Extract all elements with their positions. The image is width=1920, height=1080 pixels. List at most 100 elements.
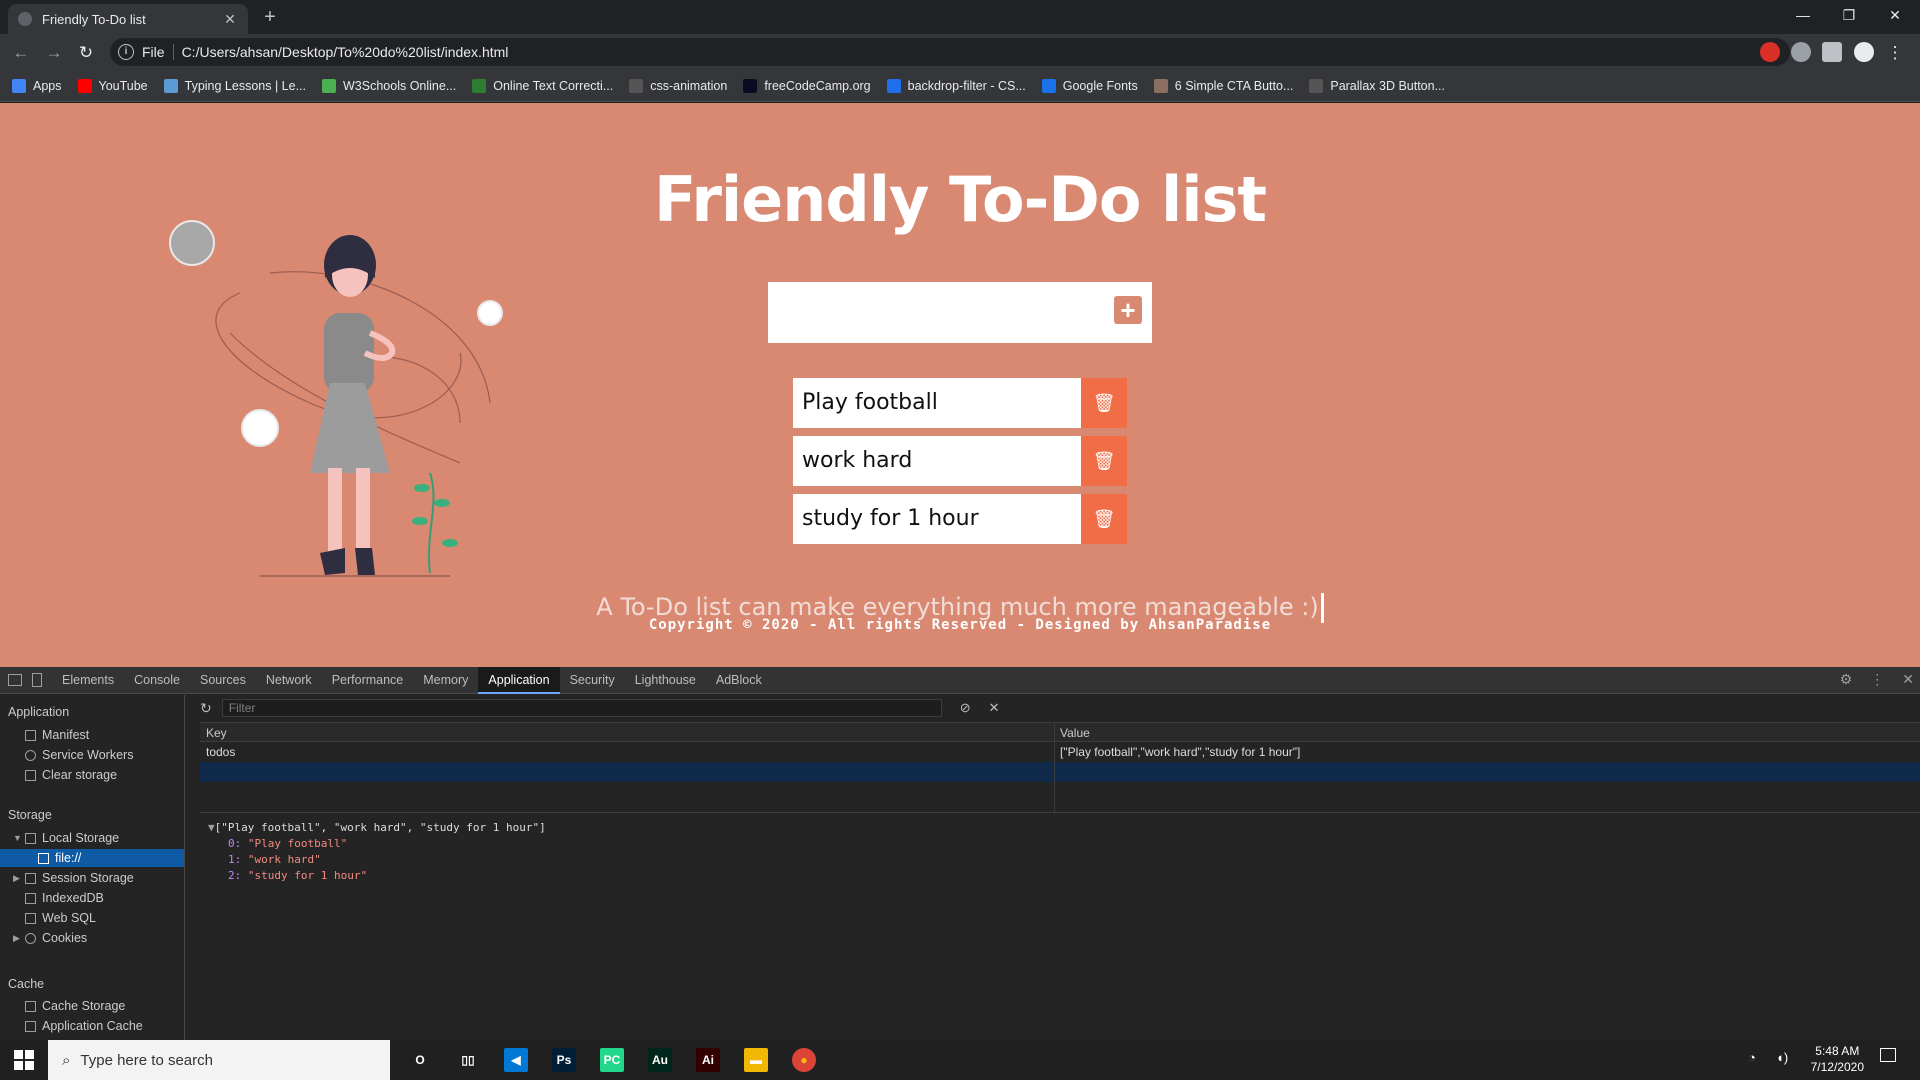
sidebar-item-local-storage[interactable]: ▼ Local Storage (13, 829, 119, 847)
collapsed-arrow-icon[interactable]: ▶ (13, 873, 20, 884)
preview-item: 2: "study for 1 hour" (228, 869, 368, 882)
devtools-tab-performance[interactable]: Performance (322, 667, 414, 694)
preview-item: 0: "Play football" (228, 837, 348, 850)
sidebar-item-web-sql[interactable]: Web SQL (25, 909, 96, 927)
devtools-tab-security[interactable]: Security (560, 667, 625, 694)
bookmark-item[interactable]: 6 Simple CTA Butto... (1153, 78, 1293, 93)
chrome-icon[interactable]: ● (792, 1048, 816, 1072)
sidebar-item-cookies[interactable]: ▶ Cookies (13, 929, 87, 947)
illustrator-icon[interactable]: Ai (696, 1048, 720, 1072)
cortana-icon[interactable]: O (408, 1048, 432, 1072)
address-bar[interactable]: i File C:/Users/ahsan/Desktop/To%20do%20… (110, 38, 1790, 66)
new-tab-button[interactable]: + (258, 5, 282, 29)
trash-icon[interactable]: 🗑 (1081, 436, 1127, 486)
bookmark-item[interactable]: W3Schools Online... (322, 78, 456, 93)
devtools-tab-adblock[interactable]: AdBlock (706, 667, 772, 694)
refresh-icon[interactable]: ↻ (200, 700, 212, 717)
info-icon[interactable]: i (118, 44, 134, 60)
windows-start-icon[interactable] (14, 1050, 34, 1070)
address-url[interactable]: C:/Users/ahsan/Desktop/To%20do%20list/in… (182, 44, 509, 60)
row-value: ["Play football","work hard","study for … (1060, 745, 1301, 759)
bookmark-item[interactable]: YouTube (77, 78, 148, 93)
typing-icon (163, 78, 178, 93)
sidebar-item-clear-storage[interactable]: Clear storage (25, 766, 117, 784)
adblock-extension-icon[interactable] (1760, 42, 1780, 62)
table-row-selected-empty[interactable] (200, 762, 1920, 782)
devtools-tab-network[interactable]: Network (256, 667, 322, 694)
profile-avatar-icon[interactable] (1854, 42, 1874, 62)
more-menu-icon[interactable]: ⋮ (1884, 42, 1906, 64)
database-icon (25, 769, 36, 781)
sidebar-item-manifest[interactable]: Manifest (25, 726, 89, 744)
bookmark-item[interactable]: Google Fonts (1041, 78, 1138, 93)
inspect-element-icon[interactable] (8, 674, 22, 686)
restore-button[interactable]: ❐ (1826, 0, 1872, 30)
minimize-button[interactable]: — (1780, 0, 1826, 30)
devtools-menu-icon[interactable]: ⋮ (1870, 671, 1884, 688)
forward-button[interactable]: → (43, 42, 65, 64)
collapsed-arrow-icon[interactable]: ▶ (13, 933, 20, 944)
bookmark-item[interactable]: css-animation (629, 78, 727, 93)
clear-all-icon[interactable]: ⊘ (960, 700, 971, 716)
row-key: todos (206, 745, 236, 759)
bookmark-item[interactable]: Apps (12, 78, 62, 93)
sidebar-item-cache-storage[interactable]: Cache Storage (25, 997, 125, 1015)
notifications-icon[interactable] (1880, 1048, 1896, 1062)
system-clock[interactable]: 5:48 AM 7/12/2020 (1811, 1043, 1864, 1075)
key-column-header[interactable]: Key (206, 726, 227, 740)
add-todo-button[interactable]: + (1114, 296, 1142, 324)
browser-tab[interactable]: Friendly To-Do list ✕ (8, 4, 248, 34)
file-explorer-icon[interactable]: ▬ (744, 1048, 768, 1072)
column-divider[interactable] (1054, 722, 1055, 812)
devtools-tab-application[interactable]: Application (478, 666, 560, 694)
photoshop-icon[interactable]: Ps (552, 1048, 576, 1072)
expanded-arrow-icon[interactable]: ▼ (13, 833, 22, 843)
filter-input[interactable]: Filter (221, 699, 942, 717)
bookmark-item[interactable]: Typing Lessons | Le... (163, 78, 306, 93)
trash-icon[interactable]: 🗑 (1081, 378, 1127, 428)
delete-selected-icon[interactable]: ✕ (989, 700, 1000, 716)
bookmark-label: YouTube (98, 78, 148, 93)
trash-icon[interactable]: 🗑 (1081, 494, 1127, 544)
todo-input[interactable] (768, 282, 1152, 343)
device-toolbar-icon[interactable] (32, 673, 42, 687)
bookmark-label: Online Text Correcti... (493, 78, 614, 93)
close-devtools-icon[interactable]: ✕ (1902, 671, 1914, 688)
task-view-icon[interactable]: ▯▯ (456, 1048, 480, 1072)
sidebar-item-service-workers[interactable]: Service Workers (25, 746, 133, 764)
taskbar-search-placeholder: Type here to search (80, 1051, 213, 1069)
audition-icon[interactable]: Au (648, 1048, 672, 1072)
cloud-extension-icon[interactable] (1791, 42, 1811, 62)
vscode-icon[interactable]: ◀ (504, 1048, 528, 1072)
network-icon[interactable]: ◔ (1748, 1050, 1756, 1065)
devtools-tab-elements[interactable]: Elements (52, 667, 124, 694)
extensions-puzzle-icon[interactable] (1822, 42, 1842, 62)
devtools-tab-lighthouse[interactable]: Lighthouse (625, 667, 706, 694)
bookmark-item[interactable]: Online Text Correcti... (472, 78, 614, 93)
codepen-icon (629, 78, 644, 93)
table-row[interactable]: todos ["Play football","work hard","stud… (200, 742, 1920, 762)
settings-gear-icon[interactable]: ⚙ (1840, 671, 1853, 688)
volume-icon[interactable]: ◖) (1776, 1050, 1788, 1065)
sidebar-item-file-origin[interactable]: file:// (0, 849, 184, 867)
taskbar-search[interactable]: ⌕ Type here to search (48, 1040, 390, 1080)
address-prefix: File (142, 44, 174, 60)
back-button[interactable]: ← (10, 42, 32, 64)
sidebar-item-indexeddb[interactable]: IndexedDB (25, 889, 104, 907)
bookmark-item[interactable]: Parallax 3D Button... (1309, 78, 1445, 93)
value-column-header[interactable]: Value (1060, 726, 1090, 740)
bookmark-item[interactable]: freeCodeCamp.org (743, 78, 871, 93)
pycharm-icon[interactable]: PC (600, 1048, 624, 1072)
devtools-tab-sources[interactable]: Sources (190, 667, 256, 694)
reload-button[interactable]: ↻ (75, 42, 97, 64)
title-bar (0, 0, 1920, 34)
sidebar-item-application-cache[interactable]: Application Cache (25, 1017, 143, 1035)
bookmark-item[interactable]: backdrop-filter - CS... (886, 78, 1026, 93)
preview-summary[interactable]: ▼["Play football", "work hard", "study f… (208, 821, 546, 834)
close-window-button[interactable]: ✕ (1872, 0, 1918, 30)
devtools-tab-memory[interactable]: Memory (413, 667, 478, 694)
sidebar-item-session-storage[interactable]: ▶ Session Storage (13, 869, 134, 887)
devtools-tabbar: Elements Console Sources Network Performance… (0, 666, 1920, 694)
devtools-tab-console[interactable]: Console (124, 667, 190, 694)
close-tab-icon[interactable]: ✕ (222, 11, 238, 28)
